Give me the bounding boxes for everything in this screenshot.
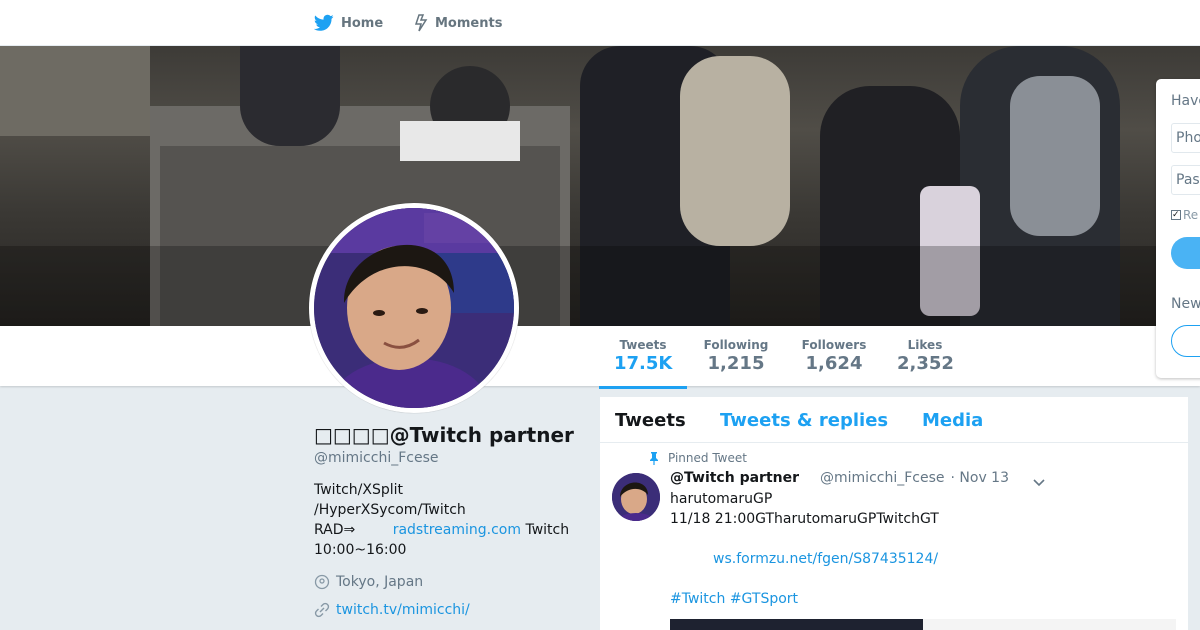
tweet-line: 11/18 21:00GTharutomaruGPTwitchGT	[670, 511, 939, 527]
stat-followers-value: 1,624	[805, 353, 863, 374]
login-box: Have Pho Pas ✓ Re New	[1156, 79, 1200, 378]
nav-moments[interactable]: Moments	[414, 0, 502, 46]
pinned-label: Pinned Tweet	[668, 451, 747, 465]
password-input[interactable]: Pas	[1171, 165, 1200, 195]
stat-tweets-label: Tweets	[619, 338, 667, 352]
remember-label: Re	[1183, 208, 1199, 222]
tweet-line: harutomaruGP	[670, 491, 773, 507]
bio-line: 10:00~16:00	[314, 542, 407, 558]
bio-line: RAD⇒ radstreaming.com Twitch	[314, 520, 579, 540]
tweet-media[interactable]	[670, 619, 1176, 630]
twitter-bird-icon	[314, 14, 334, 31]
stat-followers[interactable]: Followers 1,624	[800, 338, 868, 374]
avatar-photo	[314, 208, 514, 408]
profile-banner	[0, 46, 1200, 326]
timeline: Tweets Tweets & replies Media Pinned Twe…	[600, 397, 1188, 630]
pinned-indicator: Pinned Tweet	[648, 451, 747, 465]
profile-location: Tokyo, Japan	[314, 574, 423, 590]
tweet-link[interactable]: ws.formzu.net/fgen/S87435124/	[713, 551, 938, 567]
bio-link[interactable]: radstreaming.com	[393, 522, 521, 538]
tweet-avatar-photo	[612, 473, 660, 521]
profile-url: twitch.tv/mimicchi/	[314, 602, 470, 618]
bio-line-prefix: RAD⇒	[314, 522, 356, 538]
pin-icon	[650, 452, 658, 465]
profile-name: □□□□@Twitch partner	[314, 423, 574, 447]
location-text: Tokyo, Japan	[336, 574, 424, 590]
bio-line: /HyperXSycom/Twitch	[314, 502, 466, 518]
signup-button[interactable]	[1171, 325, 1200, 357]
tweet-author-handle[interactable]: @mimicchi_Fcese	[820, 470, 944, 486]
tweet-line: ws.formzu.net/fgen/S87435124/	[670, 549, 1170, 569]
top-navigation: Home Moments	[0, 0, 1200, 46]
login-heading: Have	[1171, 93, 1200, 109]
tweet-line: #Twitch #GTSport	[670, 589, 1170, 609]
nav-home[interactable]: Home	[314, 0, 383, 46]
profile-avatar[interactable]	[309, 203, 519, 413]
tweet-text: harutomaruGP 11/18 21:00GTharutomaruGPTw…	[670, 489, 1170, 609]
profile-url-link[interactable]: twitch.tv/mimicchi/	[336, 602, 470, 618]
tweet-avatar[interactable]	[612, 473, 660, 521]
remember-me[interactable]: ✓ Re	[1171, 208, 1198, 222]
tweet-header: @Twitch partner @mimicchi_Fcese · Nov 13	[670, 470, 1009, 486]
profile-handle[interactable]: @mimicchi_Fcese	[314, 450, 438, 466]
stat-likes-value: 2,352	[897, 353, 954, 374]
stat-tweets[interactable]: Tweets 17.5K	[599, 338, 687, 389]
phone-input[interactable]: Pho	[1171, 123, 1200, 153]
link-icon	[314, 602, 330, 618]
timeline-tabs: Tweets Tweets & replies Media	[600, 397, 1188, 443]
bio-line: Twitch/XSplit	[314, 482, 403, 498]
stat-following-value: 1,215	[707, 353, 765, 374]
hashtag-link[interactable]: #Twitch	[670, 591, 725, 607]
stat-tweets-value: 17.5K	[614, 353, 673, 374]
profile-bio: Twitch/XSplit /HyperXSycom/Twitch RAD⇒ r…	[314, 480, 579, 560]
stat-followers-label: Followers	[801, 338, 867, 352]
bio-line-suffix: Twitch	[525, 522, 570, 538]
stat-likes[interactable]: Likes 2,352	[897, 338, 954, 374]
hashtag-link[interactable]: #GTSport	[730, 591, 798, 607]
stat-following-label: Following	[703, 338, 769, 352]
tweet-author-name[interactable]: @Twitch partner	[670, 470, 799, 486]
stat-likes-label: Likes	[907, 338, 943, 352]
profile-stats-bar: Tweets 17.5K Following 1,215 Followers 1…	[0, 326, 1200, 389]
tab-tweets-replies[interactable]: Tweets & replies	[720, 410, 888, 431]
nav-moments-label: Moments	[435, 15, 503, 31]
lightning-icon	[414, 14, 428, 32]
tweet-date[interactable]: · Nov 13	[951, 470, 1010, 486]
login-button[interactable]	[1171, 237, 1200, 269]
remember-checkbox[interactable]: ✓	[1171, 210, 1181, 220]
tab-media[interactable]: Media	[922, 410, 983, 431]
nav-home-label: Home	[341, 15, 384, 31]
signup-heading: New	[1171, 296, 1200, 312]
stat-following[interactable]: Following 1,215	[702, 338, 770, 374]
tweet-media-right	[923, 619, 1176, 630]
tab-tweets[interactable]: Tweets	[615, 410, 686, 431]
chevron-down-icon	[1033, 479, 1045, 487]
location-pin-icon	[314, 574, 330, 590]
